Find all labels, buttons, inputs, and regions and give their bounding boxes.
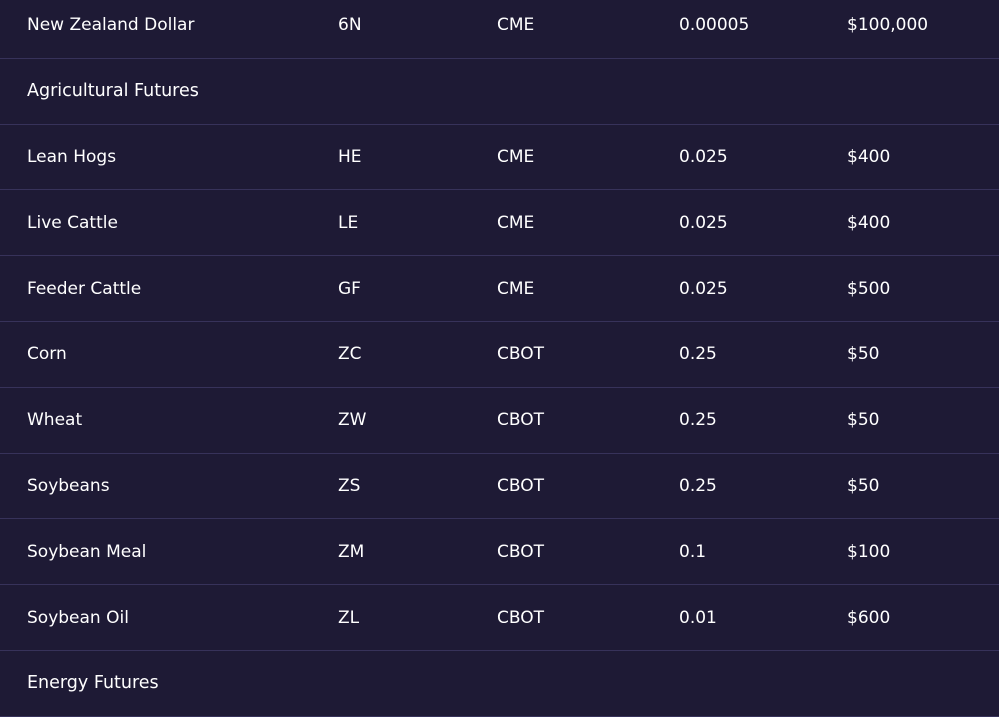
contract-symbol: ZL — [338, 607, 360, 628]
table-row: Feeder Cattle GF CME 0.025 $500 — [0, 256, 999, 322]
contract-symbol: 6N — [338, 15, 362, 36]
contract-value: $50 — [847, 344, 880, 365]
contract-name: Corn — [27, 344, 67, 365]
contract-exchange: CME — [497, 15, 535, 36]
table-row: Live Cattle LE CME 0.025 $400 — [0, 190, 999, 257]
contract-value: $100 — [847, 541, 891, 562]
section-header-row: Energy Futures — [0, 651, 999, 717]
contract-value: $600 — [847, 607, 891, 628]
contract-value: $100,000 — [847, 15, 929, 36]
contract-exchange: CME — [497, 146, 535, 167]
contract-name: Feeder Cattle — [27, 278, 142, 299]
contract-name: Soybean Meal — [27, 541, 147, 562]
contract-tick-size: 0.25 — [679, 344, 717, 365]
contract-symbol: ZW — [338, 410, 367, 431]
contract-symbol: ZM — [338, 541, 365, 562]
contract-tick-size: 0.025 — [679, 146, 728, 167]
contract-value: $50 — [847, 410, 880, 431]
contract-exchange: CBOT — [497, 475, 544, 496]
contract-tick-size: 0.00005 — [679, 15, 750, 36]
contract-tick-size: 0.25 — [679, 410, 717, 431]
contract-exchange: CME — [497, 278, 535, 299]
contract-value: $400 — [847, 212, 891, 233]
contract-tick-size: 0.025 — [679, 278, 728, 299]
contract-name: New Zealand Dollar — [27, 15, 195, 36]
contract-symbol: GF — [338, 278, 361, 299]
contract-symbol: LE — [338, 212, 359, 233]
contract-exchange: CBOT — [497, 541, 544, 562]
contract-exchange: CBOT — [497, 607, 544, 628]
contract-symbol: ZS — [338, 475, 361, 496]
contract-value: $400 — [847, 146, 891, 167]
contract-name: Soybean Oil — [27, 607, 129, 628]
contract-tick-size: 0.25 — [679, 475, 717, 496]
contract-symbol: HE — [338, 146, 362, 167]
section-header-row: Agricultural Futures — [0, 59, 999, 125]
contract-exchange: CBOT — [497, 410, 544, 431]
table-row: Lean Hogs HE CME 0.025 $400 — [0, 125, 999, 191]
table-row: Soybean Oil ZL CBOT 0.01 $600 — [0, 585, 999, 651]
table-row: Corn ZC CBOT 0.25 $50 — [0, 322, 999, 388]
section-title: Energy Futures — [27, 673, 159, 694]
contract-name: Wheat — [27, 410, 83, 431]
contract-name: Lean Hogs — [27, 146, 117, 167]
table-row: Soybean Meal ZM CBOT 0.1 $100 — [0, 519, 999, 586]
contract-symbol: ZC — [338, 344, 362, 365]
futures-table: New Zealand Dollar 6N CME 0.00005 $100,0… — [0, 0, 999, 717]
contract-name: Soybeans — [27, 475, 110, 496]
table-row: Soybeans ZS CBOT 0.25 $50 — [0, 454, 999, 520]
contract-tick-size: 0.025 — [679, 212, 728, 233]
contract-exchange: CME — [497, 212, 535, 233]
contract-name: Live Cattle — [27, 212, 118, 233]
contract-value: $50 — [847, 475, 880, 496]
section-title: Agricultural Futures — [27, 81, 199, 102]
contract-tick-size: 0.01 — [679, 607, 717, 628]
table-row: New Zealand Dollar 6N CME 0.00005 $100,0… — [0, 0, 999, 59]
contract-exchange: CBOT — [497, 344, 544, 365]
table-row: Wheat ZW CBOT 0.25 $50 — [0, 388, 999, 454]
contract-value: $500 — [847, 278, 891, 299]
contract-tick-size: 0.1 — [679, 541, 707, 562]
